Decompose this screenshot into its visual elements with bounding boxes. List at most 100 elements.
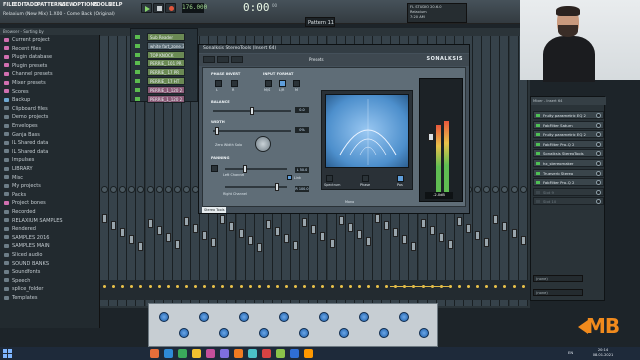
channel-led[interactable] xyxy=(135,43,140,48)
channel-row[interactable]: Sub Reader xyxy=(135,33,197,41)
route-indicator[interactable] xyxy=(166,285,170,288)
volume-fader[interactable] xyxy=(384,221,390,230)
mixer-strip[interactable] xyxy=(100,36,109,306)
format-m-button[interactable] xyxy=(293,80,300,87)
volume-fader[interactable] xyxy=(311,225,317,234)
channel-led[interactable] xyxy=(135,35,140,39)
insert-slot[interactable]: Slot 9 xyxy=(533,187,604,196)
route-indicator[interactable] xyxy=(285,285,288,288)
slot-enable-led[interactable] xyxy=(536,162,540,165)
phase-invert-r-button[interactable] xyxy=(231,80,238,87)
volume-fader[interactable] xyxy=(320,232,326,241)
synth-knob[interactable] xyxy=(199,312,209,322)
route-indicator[interactable] xyxy=(321,285,325,288)
insert-slot[interactable]: Fruity parametric EQ 2 xyxy=(533,111,604,119)
slot-enable-led[interactable] xyxy=(536,142,540,146)
channel-name-button[interactable]: PERRIE_1_120 2.. xyxy=(147,94,185,103)
options-button[interactable] xyxy=(203,56,215,63)
mixer-strip[interactable] xyxy=(500,36,510,306)
volume-fader[interactable] xyxy=(520,236,526,245)
browser-item[interactable]: Current project xyxy=(4,37,50,44)
route-indicator[interactable] xyxy=(376,285,379,288)
pan-knob[interactable] xyxy=(483,186,491,193)
volume-fader[interactable] xyxy=(302,218,308,227)
gain-value[interactable]: -2.0dB xyxy=(425,192,453,199)
route-indicator[interactable] xyxy=(130,285,134,288)
slot-enable-led[interactable] xyxy=(536,123,540,127)
route-indicator[interactable] xyxy=(248,285,252,288)
route-indicator[interactable] xyxy=(139,285,143,288)
taskbar-app-icon[interactable] xyxy=(192,349,201,358)
browser-item[interactable]: IL Shared data xyxy=(4,149,48,156)
balance-value[interactable]: 0.0 xyxy=(295,107,309,113)
taskbar-app-icon[interactable] xyxy=(234,349,243,358)
synth-knob[interactable] xyxy=(359,312,369,322)
route-indicator[interactable] xyxy=(148,285,152,288)
synth-knob[interactable] xyxy=(179,328,189,338)
channel-led[interactable] xyxy=(135,52,140,57)
browser-item[interactable]: Misc xyxy=(4,175,23,182)
channel-name-button[interactable]: PERRIE_ 17 HT xyxy=(147,77,185,85)
channel-led[interactable] xyxy=(135,87,140,92)
taskbar-app-icon[interactable] xyxy=(262,349,271,358)
volume-fader[interactable] xyxy=(193,224,198,233)
volume-fader[interactable] xyxy=(147,219,153,228)
pan-knob[interactable] xyxy=(101,186,108,193)
width-value[interactable]: 0% xyxy=(295,127,309,133)
channel-row[interactable]: PERRIE_ 101 PR xyxy=(135,59,197,68)
synth-knob[interactable] xyxy=(399,312,409,322)
zero-width-knob[interactable] xyxy=(255,136,271,152)
slot-mix-knob[interactable] xyxy=(596,199,601,205)
volume-fader[interactable] xyxy=(338,216,344,225)
browser-item[interactable]: Scores xyxy=(4,89,29,96)
volume-fader[interactable] xyxy=(256,243,262,252)
volume-fader[interactable] xyxy=(293,241,299,250)
slot-enable-led[interactable] xyxy=(536,171,540,175)
slot-enable-led[interactable] xyxy=(536,114,540,117)
insert-slot[interactable]: Sonalksis StereoTools xyxy=(533,149,604,158)
route-indicator[interactable] xyxy=(385,285,389,288)
pan-knob[interactable] xyxy=(146,186,154,193)
plugin-title[interactable]: Sonalksis StereoTools (Insert 64) xyxy=(199,45,469,53)
taskbar-app-icon[interactable] xyxy=(150,349,159,358)
slot-mix-knob[interactable] xyxy=(596,122,601,128)
volume-fader[interactable] xyxy=(484,238,490,247)
play-button[interactable] xyxy=(141,3,152,13)
channel-led[interactable] xyxy=(135,70,140,75)
pan-knob[interactable] xyxy=(182,186,190,193)
taskbar-app-icon[interactable] xyxy=(248,349,257,358)
route-indicator[interactable] xyxy=(266,285,270,288)
route-indicator[interactable] xyxy=(366,285,370,288)
volume-fader[interactable] xyxy=(475,231,481,240)
pan-knob[interactable] xyxy=(510,186,518,193)
route-indicator[interactable] xyxy=(194,285,197,288)
taskbar-app-icon[interactable] xyxy=(276,349,285,358)
volume-fader[interactable] xyxy=(265,220,271,229)
synth-knob[interactable] xyxy=(319,312,329,322)
mixer-strip[interactable] xyxy=(118,36,128,306)
route-indicator[interactable] xyxy=(303,285,307,288)
volume-fader[interactable] xyxy=(447,240,453,249)
channel-name-button[interactable]: PERRIE_ 17 PR xyxy=(147,68,185,77)
channel-row[interactable]: white fart_zone.3 xyxy=(135,41,197,50)
menu-edit[interactable]: EDIT xyxy=(14,2,27,8)
pan-knob[interactable] xyxy=(474,186,482,193)
volume-fader[interactable] xyxy=(347,223,353,232)
browser-item[interactable]: Sliced audio xyxy=(4,252,42,259)
pan-knob[interactable] xyxy=(137,186,145,193)
volume-fader[interactable] xyxy=(238,229,244,238)
browser-item[interactable]: Project bones xyxy=(4,200,46,207)
browser-item[interactable]: Ganja Bass xyxy=(4,132,40,139)
channel-name-button[interactable]: TOP KNOCK xyxy=(147,50,185,59)
pan-knob[interactable] xyxy=(492,186,500,193)
browser-item[interactable]: SAMPLES 2016 xyxy=(4,235,49,242)
route-indicator[interactable] xyxy=(494,285,498,288)
pos-button[interactable] xyxy=(397,175,404,182)
volume-fader[interactable] xyxy=(220,215,226,224)
browser-item[interactable]: My projects xyxy=(4,183,41,190)
right-pan-value[interactable]: R 100.0 xyxy=(295,186,309,192)
browser-item[interactable]: SAMPLES MAIN xyxy=(4,243,50,250)
route-indicator[interactable] xyxy=(221,285,225,288)
volume-fader[interactable] xyxy=(329,239,335,248)
volume-fader[interactable] xyxy=(438,233,444,242)
